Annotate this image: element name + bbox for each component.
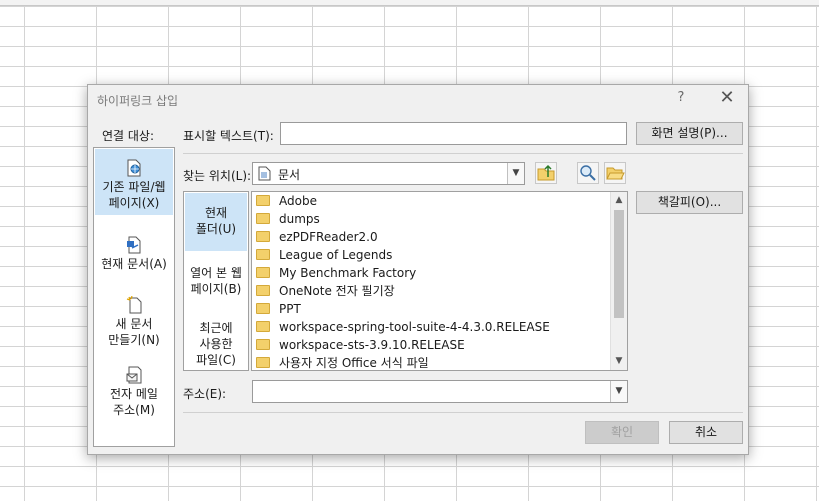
folder-icon [256,249,270,260]
nav-label: 페이지(B) [190,282,242,296]
bookmark-button[interactable]: 책갈피(O)... [636,191,743,214]
current-document-icon [127,236,141,254]
list-item[interactable]: dumps [256,210,320,228]
link-to-sidebar: 기존 파일/웹 페이지(X) 현재 문서(A) 새 문서 만들기(N) 전자 메… [93,147,175,447]
folder-icon [256,195,270,206]
nav-label: 현재 [204,206,228,220]
sidebar-label: 새 문서 [115,317,153,331]
sidebar-label: 기존 파일/웹 [102,180,166,194]
sidebar-item-current-document[interactable]: 현재 문서(A) [95,236,173,280]
ok-button[interactable]: 확인 [585,421,659,444]
nav-label: 폴더(U) [195,222,237,236]
look-in-dropdown[interactable]: 문서 ▼ [252,162,525,185]
list-item[interactable]: workspace-spring-tool-suite-4-4.3.0.RELE… [256,318,550,336]
sidebar-item-existing-file[interactable]: 기존 파일/웹 페이지(X) [95,149,173,215]
chevron-down-icon[interactable]: ▼ [507,163,524,184]
list-item[interactable]: League of Legends [256,246,392,264]
list-item[interactable]: My Benchmark Factory [256,264,416,282]
nav-label: 파일(C) [196,353,236,367]
sidebar-item-new-document[interactable]: 새 문서 만들기(N) [95,296,173,348]
folder-icon [256,267,270,278]
file-name: OneNote 전자 필기장 [279,284,395,298]
email-icon [126,366,142,384]
folder-icon [256,231,270,242]
existing-file-icon [127,159,141,177]
chevron-down-icon[interactable]: ▼ [610,381,627,402]
nav-recent-files[interactable]: 최근에 사용한 파일(C) [185,320,247,368]
display-text-label: 표시할 텍스트(T): [183,129,274,143]
sidebar-label: 전자 메일 [110,387,158,401]
browse-web-button[interactable] [577,162,599,184]
scroll-up-icon[interactable]: ▲ [611,192,627,209]
file-name: Adobe [279,194,317,208]
list-item[interactable]: 사용자 지정 Office 서식 파일 [256,354,429,370]
document-icon [258,166,271,181]
divider [183,412,743,413]
browse-file-button[interactable] [604,162,626,184]
sidebar-label: 현재 문서(A) [101,257,167,271]
sidebar-label: 주소(M) [113,403,155,417]
look-in-label: 찾는 위치(L): [183,169,252,183]
file-name: League of Legends [279,248,393,262]
look-in-value: 문서 [278,168,301,182]
vertical-scrollbar[interactable]: ▲ ▼ [610,192,627,370]
nav-label: 최근에 [199,321,233,335]
file-name: dumps [279,212,320,226]
up-folder-button[interactable] [535,162,557,184]
screentip-button[interactable]: 화면 설명(P)... [636,122,743,145]
nav-label: 사용한 [199,337,233,351]
sidebar-label: 페이지(X) [108,196,160,210]
close-button[interactable]: ✕ [716,87,738,109]
folder-up-icon [537,164,555,181]
file-name: PPT [279,302,301,316]
column-header-strip [0,0,819,6]
nav-browsed-pages[interactable]: 열어 본 웹 페이지(B) [185,265,247,297]
file-list[interactable]: Adobe dumps ezPDFReader2.0 League of Leg… [251,191,628,371]
address-input[interactable]: ▼ [252,380,628,403]
folder-icon [256,213,270,224]
nav-label: 열어 본 웹 [190,266,242,280]
dialog-title: 하이퍼링크 삽입 [97,94,179,108]
sidebar-item-email[interactable]: 전자 메일 주소(M) [95,366,173,418]
scroll-down-icon[interactable]: ▼ [611,353,627,370]
new-document-icon [126,296,142,314]
folder-icon [256,321,270,332]
insert-hyperlink-dialog: 하이퍼링크 삽입 ? ✕ 연결 대상: 기존 파일/웹 페이지(X) 현재 문서… [87,84,749,455]
file-name: workspace-sts-3.9.10.RELEASE [279,338,465,352]
web-search-icon [580,165,596,181]
file-name: ezPDFReader2.0 [279,230,378,244]
scroll-thumb[interactable] [614,210,624,318]
link-to-label: 연결 대상: [102,129,155,143]
display-text-input[interactable] [280,122,627,145]
file-name: 사용자 지정 Office 서식 파일 [279,356,429,370]
folder-icon [256,285,270,296]
file-name: My Benchmark Factory [279,266,417,280]
cancel-button[interactable]: 취소 [669,421,743,444]
nav-current-folder[interactable]: 현재 폴더(U) [185,193,247,251]
divider [183,153,743,154]
folder-icon [256,303,270,314]
folder-icon [256,357,270,368]
list-item[interactable]: workspace-sts-3.9.10.RELEASE [256,336,465,354]
list-item[interactable]: Adobe [256,192,317,210]
file-name: workspace-spring-tool-suite-4-4.3.0.RELE… [279,320,550,334]
address-label: 주소(E): [183,387,227,401]
help-button[interactable]: ? [674,90,688,106]
sidebar-label: 만들기(N) [108,333,160,347]
folder-icon [256,339,270,350]
list-item[interactable]: PPT [256,300,301,318]
list-item[interactable]: OneNote 전자 필기장 [256,282,395,300]
folder-nav: 현재 폴더(U) 열어 본 웹 페이지(B) 최근에 사용한 파일(C) [183,191,249,371]
list-item[interactable]: ezPDFReader2.0 [256,228,378,246]
open-folder-icon [606,167,625,180]
